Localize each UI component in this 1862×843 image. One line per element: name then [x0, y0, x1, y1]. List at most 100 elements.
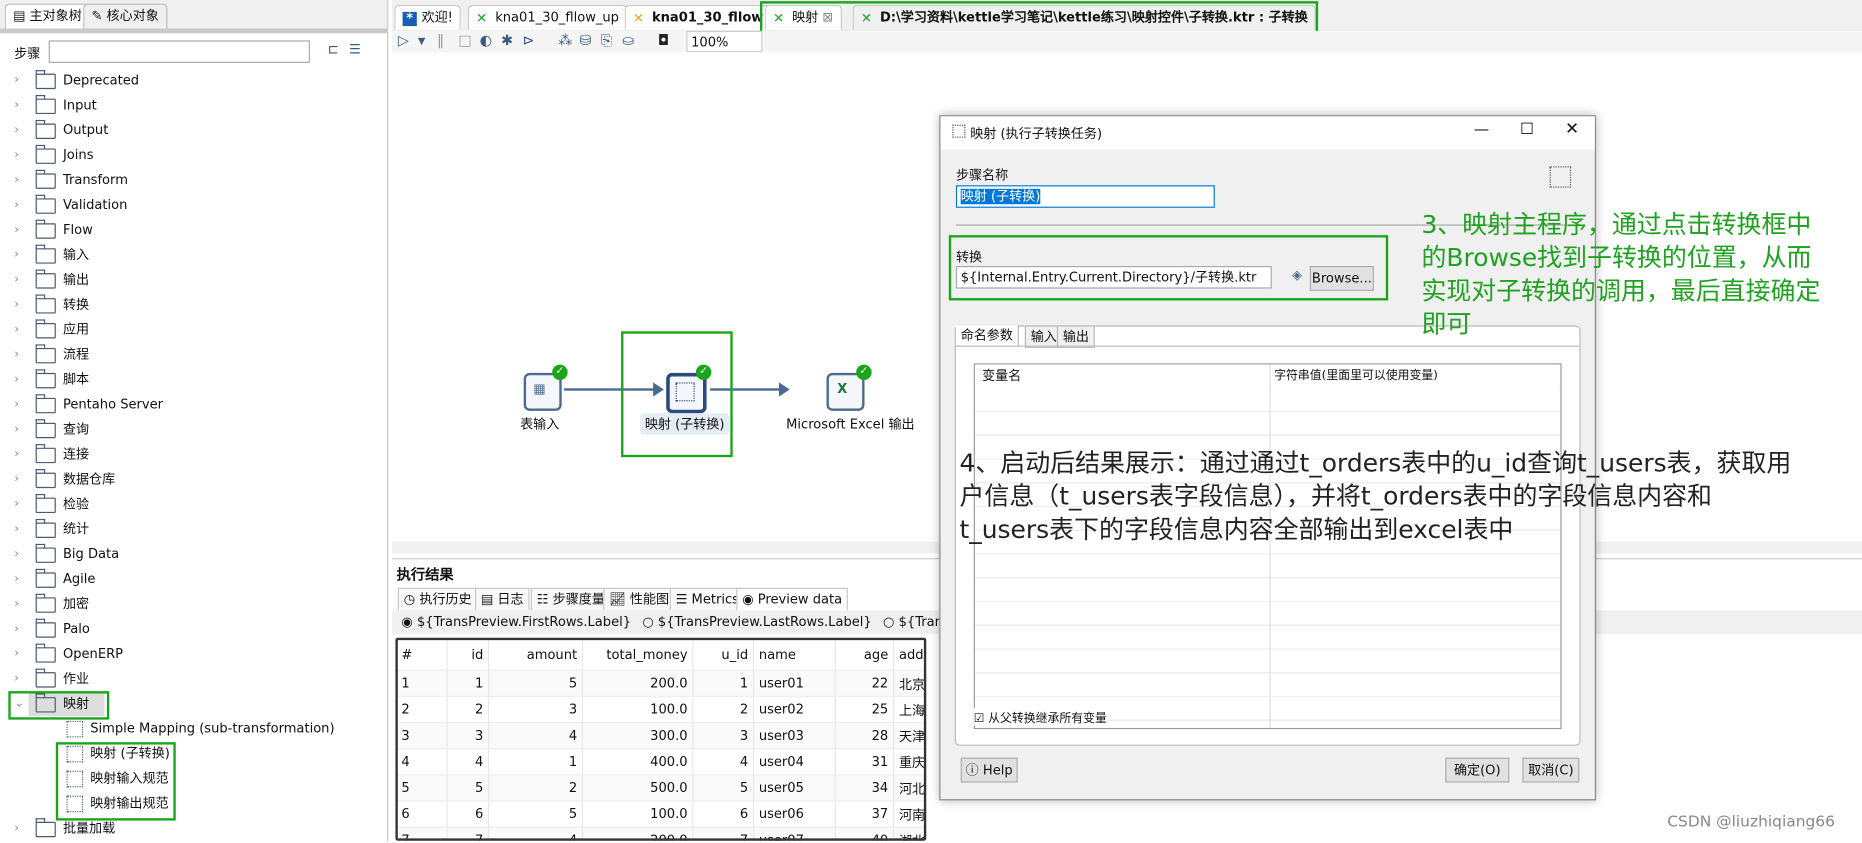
chevron-right-icon[interactable]: › [14, 119, 19, 143]
chevron-right-icon[interactable]: › [14, 418, 19, 442]
column-header[interactable]: 变量名 [974, 364, 1277, 389]
tree-folder-item[interactable]: › 流程 [0, 343, 387, 367]
chevron-right-icon[interactable]: › [14, 618, 19, 642]
tab-performance[interactable]: 📈︎ 性能图 [603, 587, 676, 611]
tab-preview-data[interactable]: ◉ Preview data [736, 587, 849, 611]
chevron-right-icon[interactable]: › [14, 268, 19, 292]
tree-folder-item[interactable]: › 脚本 [0, 368, 387, 392]
close-icon[interactable]: ✕ [1565, 120, 1579, 139]
steps-search-input[interactable] [48, 40, 310, 63]
tab-step-metrics[interactable]: ☷ 步骤度量 [530, 587, 611, 611]
chevron-right-icon[interactable]: › [14, 293, 19, 317]
tree-folder-item[interactable]: › 查询 [0, 418, 387, 442]
stop-icon[interactable]: □ [458, 32, 471, 49]
tree-folder-item[interactable]: › Deprecated [0, 69, 387, 93]
verify-icon[interactable]: ⁂ [558, 32, 572, 49]
tree-folder-item[interactable]: › 加密 [0, 593, 387, 617]
show-grid-icon[interactable]: ◘ [658, 32, 669, 49]
debug-icon[interactable]: ✱ [501, 32, 513, 49]
tab-named-params[interactable]: 命名参数 [955, 325, 1019, 346]
tab-kna01-30-fllow-up[interactable]: ✕ kna01_30_fllow_up [467, 4, 628, 30]
tree-folder-item[interactable]: › Palo [0, 618, 387, 642]
explore-db-icon[interactable]: ⛀ [622, 32, 634, 49]
chevron-right-icon[interactable]: › [14, 94, 19, 118]
chevron-right-icon[interactable]: › [14, 443, 19, 467]
chevron-right-icon[interactable]: › [14, 543, 19, 567]
tree-folder-item[interactable]: › 应用 [0, 318, 387, 342]
chevron-right-icon[interactable]: › [14, 518, 19, 542]
tab-log[interactable]: ▤ 日志 [475, 587, 530, 611]
tree-folder-item[interactable]: › 统计 [0, 518, 387, 542]
tree-folder-item[interactable]: › Agile [0, 568, 387, 592]
chevron-right-icon[interactable]: › [14, 343, 19, 367]
run-icon[interactable]: ▷ [398, 32, 409, 49]
chevron-right-icon[interactable]: › [14, 817, 19, 841]
minimize-icon[interactable]: — [1474, 121, 1489, 139]
inherit-vars-checkbox[interactable]: ☑ 从父转换继承所有变量 [973, 707, 1107, 726]
maximize-icon[interactable]: ☐ [1520, 121, 1534, 139]
tree-folder-item[interactable]: › Big Data [0, 543, 387, 567]
tree-folder-item[interactable]: › Pentaho Server [0, 393, 387, 417]
chevron-right-icon[interactable]: › [14, 169, 19, 193]
tree-folder-item[interactable]: › 作业 [0, 667, 387, 691]
step-name-input[interactable]: 映射 (子转换) [955, 185, 1215, 208]
ok-button[interactable]: 确定(O) [1445, 757, 1510, 783]
folder-icon [35, 319, 56, 339]
chevron-right-icon[interactable]: › [14, 368, 19, 392]
tree-folder-item[interactable]: › 检验 [0, 493, 387, 517]
chevron-right-icon[interactable]: › [14, 393, 19, 417]
cancel-button[interactable]: 取消(C) [1522, 757, 1580, 783]
chevron-right-icon[interactable]: › [14, 243, 19, 267]
run-dropdown-icon[interactable]: ▼ [418, 36, 425, 47]
tab-welcome[interactable]: * 欢迎! [394, 4, 462, 30]
tree-folder-item[interactable]: › Validation [0, 194, 387, 218]
impact-icon[interactable]: ⛁ [580, 32, 592, 49]
chevron-right-icon[interactable]: › [14, 219, 19, 243]
tab-exec-history[interactable]: ◷ 执行历史 [397, 587, 478, 611]
chevron-right-icon[interactable]: › [14, 642, 19, 666]
tree-folder-item[interactable]: › 输入 [0, 243, 387, 267]
chevron-right-icon[interactable]: › [14, 318, 19, 342]
list-view-icon[interactable]: ☰ [349, 42, 361, 57]
tab-kna01-30-fllow[interactable]: ✕ kna01_30_fllow [624, 4, 772, 30]
tab-output[interactable]: 输出 [1056, 325, 1095, 348]
tree-folder-item[interactable]: › Transform [0, 169, 387, 193]
chevron-right-icon[interactable]: › [14, 593, 19, 617]
zoom-select[interactable]: 100% [686, 30, 763, 53]
tree-folder-item[interactable]: › Input [0, 94, 387, 118]
tree-folder-item[interactable]: › 连接 [0, 443, 387, 467]
tab-main-object-tree[interactable]: ▤ 主对象树 [4, 3, 91, 29]
chevron-right-icon[interactable]: › [14, 144, 19, 168]
help-button[interactable]: ⓘ Help [960, 757, 1018, 783]
chevron-right-icon[interactable]: › [14, 667, 19, 691]
tree-folder-item[interactable]: › 输出 [0, 268, 387, 292]
radio-first-rows[interactable]: ◉ ${TransPreview.FirstRows.Label} [401, 614, 631, 629]
tree-folder-item[interactable]: › Joins [0, 144, 387, 168]
collapse-tree-icon[interactable]: ⊏ [328, 42, 339, 57]
results-title: 执行结果 [396, 566, 454, 584]
params-table[interactable]: 变量名 字符串值(里面里可以使用变量) [973, 363, 1562, 730]
tree-folder-item[interactable]: › 数据仓库 [0, 468, 387, 492]
preview-icon[interactable]: ◐ [480, 32, 492, 49]
chevron-right-icon[interactable]: › [14, 69, 19, 93]
chevron-right-icon[interactable]: › [14, 568, 19, 592]
pause-icon[interactable]: ‖ [437, 32, 444, 49]
tree-folder-item[interactable]: › OpenERP [0, 642, 387, 666]
chevron-right-icon[interactable]: › [14, 194, 19, 218]
tree-folder-item[interactable]: › 批量加载 [0, 817, 387, 841]
tab-core-objects[interactable]: ✎ 核心对象 [83, 3, 168, 29]
tree-folder-item[interactable]: › Output [0, 119, 387, 143]
replay-icon[interactable]: ⊳ [523, 32, 535, 49]
chevron-right-icon[interactable]: › [14, 468, 19, 492]
column-header[interactable]: 字符串值(里面里可以使用变量) [1269, 364, 1560, 389]
tree-folder-item[interactable]: › 转换 [0, 293, 387, 317]
tree-folder-item[interactable]: › Flow [0, 219, 387, 243]
chevron-right-icon[interactable]: › [14, 493, 19, 517]
folder-icon [35, 344, 56, 364]
tree-step-item[interactable]: Simple Mapping (sub-transformation) [0, 717, 387, 741]
tab-metrics[interactable]: ☰ Metrics [669, 587, 745, 611]
watermark: CSDN @liuzhiqiang66 [1667, 813, 1835, 832]
sql-icon[interactable]: ⎘ [601, 32, 612, 50]
tree-item-label: Deprecated [62, 72, 140, 88]
radio-last-rows[interactable]: ○ ${TransPreview.LastRows.Label} [642, 614, 871, 629]
